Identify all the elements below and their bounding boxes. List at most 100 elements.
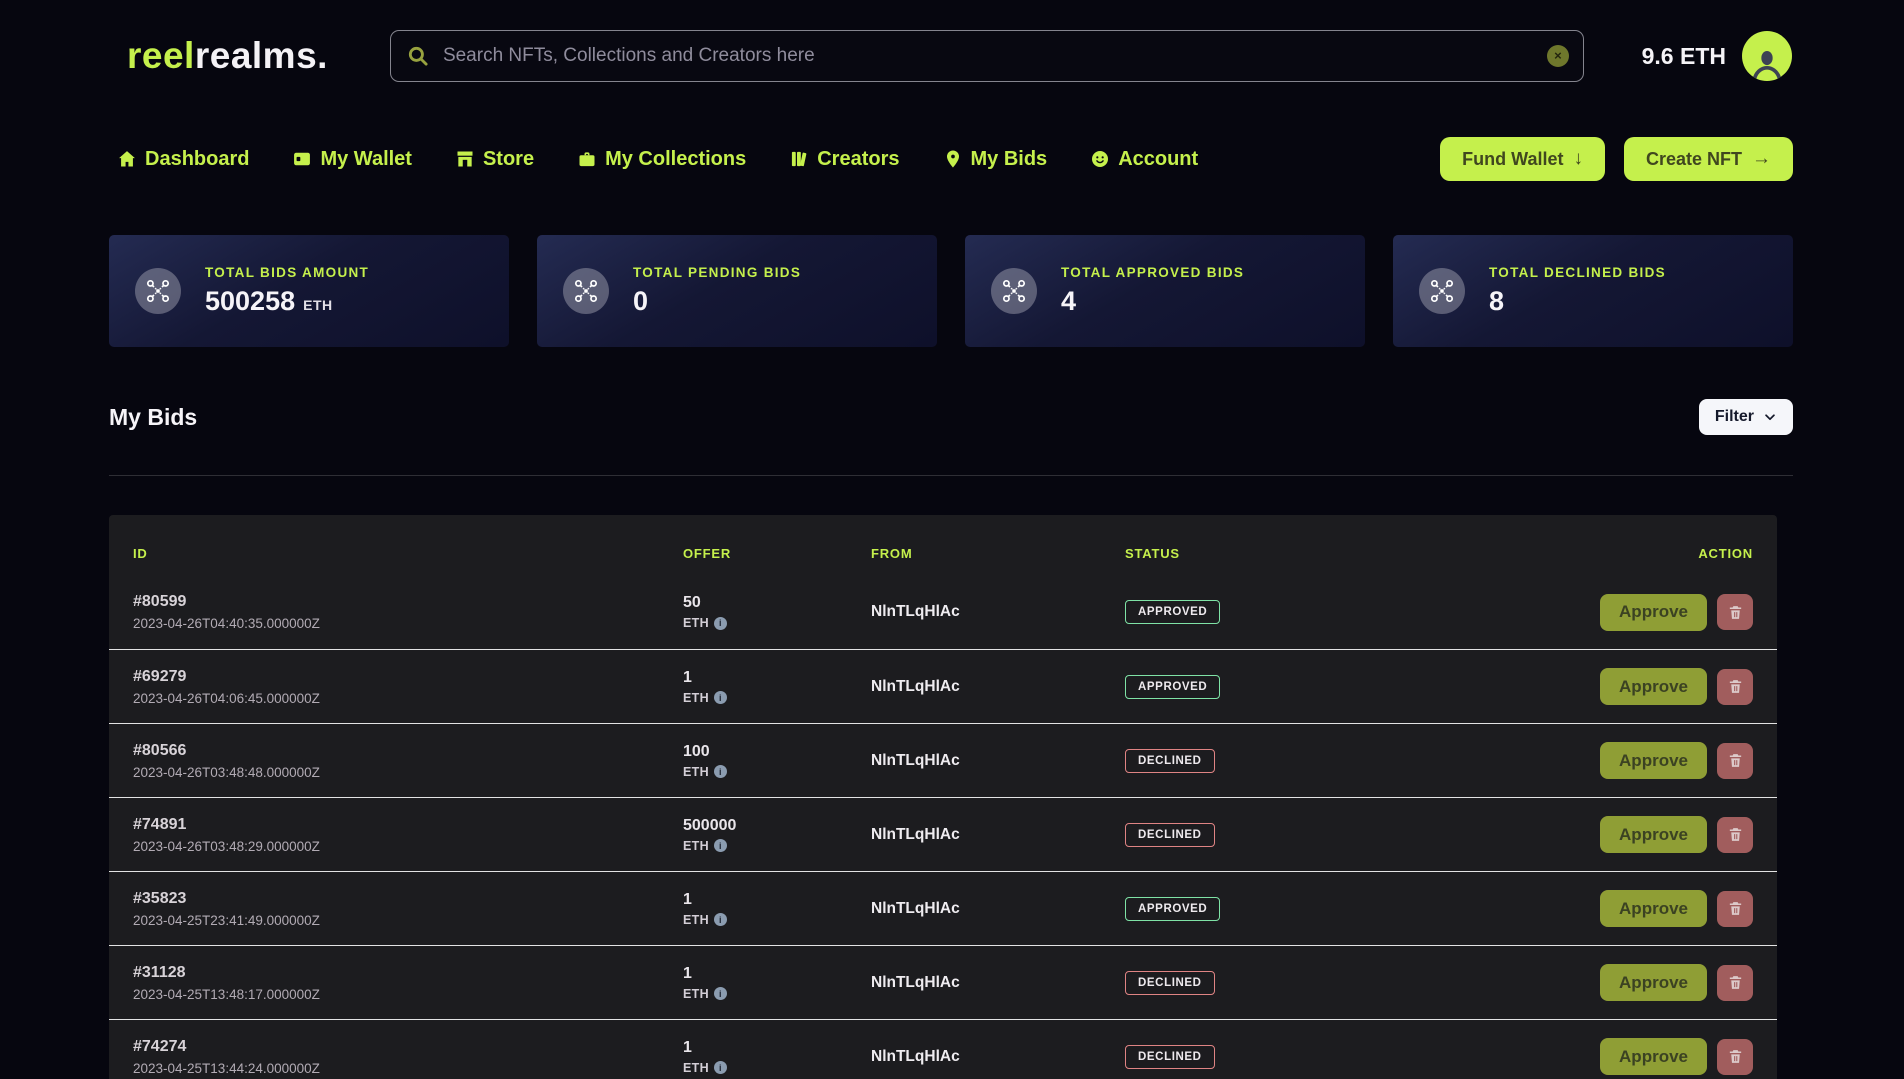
bid-id: #31128 [133,964,683,982]
stat-card-total-bids-amount: TOTAL BIDS AMOUNT 500258 ETH [109,235,509,347]
search-bar[interactable] [390,30,1584,82]
bid-from: NlnTLqHlAc [871,826,1125,844]
create-nft-button[interactable]: Create NFT → [1624,137,1793,181]
nav-label: Account [1118,148,1198,171]
info-icon[interactable] [714,1061,727,1074]
bid-id: #74891 [133,816,683,834]
wallet-icon [292,149,312,169]
delete-button[interactable] [1717,594,1753,630]
fund-wallet-button[interactable]: Fund Wallet ↓ [1440,137,1605,181]
stat-label: TOTAL PENDING BIDS [633,265,801,280]
column-action: ACTION [1698,546,1753,561]
approve-button[interactable]: Approve [1600,890,1707,927]
nav-item-my-wallet[interactable]: My Wallet [292,148,412,171]
info-icon[interactable] [714,617,727,630]
bid-timestamp: 2023-04-25T23:41:49.000000Z [133,913,683,928]
nav-label: My Collections [605,148,746,171]
delete-button[interactable] [1717,817,1753,853]
books-icon [789,149,809,169]
bid-id: #80566 [133,742,683,760]
offer-value: 1 [683,891,871,909]
stat-value: 500258 [205,286,295,317]
nav-item-store[interactable]: Store [455,148,534,171]
briefcase-icon [577,149,597,169]
trash-icon [1727,826,1744,843]
status-badge: APPROVED [1125,675,1220,699]
nav-item-creators[interactable]: Creators [789,148,899,171]
nav-item-dashboard[interactable]: Dashboard [117,148,249,171]
info-icon[interactable] [714,691,727,704]
trash-icon [1727,1048,1744,1065]
approve-button[interactable]: Approve [1600,1038,1707,1075]
stat-label: TOTAL BIDS AMOUNT [205,265,369,280]
trash-icon [1727,678,1744,695]
stat-value: 8 [1489,286,1504,317]
approve-button[interactable]: Approve [1600,594,1707,631]
table-row: #80566 2023-04-26T03:48:48.000000Z 100 ETH… [109,723,1777,797]
status-badge: DECLINED [1125,971,1215,995]
status-badge: APPROVED [1125,600,1220,624]
column-offer: OFFER [683,546,871,561]
column-from: FROM [871,546,1125,561]
trash-icon [1727,974,1744,991]
bid-from: NlnTLqHlAc [871,900,1125,918]
delete-button[interactable] [1717,743,1753,779]
info-icon[interactable] [714,765,727,778]
store-icon [455,149,475,169]
arrow-down-icon: ↓ [1573,148,1583,170]
nav-label: Creators [817,148,899,171]
nav-label: Store [483,148,534,171]
bid-id: #35823 [133,890,683,908]
bid-timestamp: 2023-04-26T03:48:48.000000Z [133,765,683,780]
delete-button[interactable] [1717,669,1753,705]
stat-label: TOTAL DECLINED BIDS [1489,265,1666,280]
info-icon[interactable] [714,913,727,926]
approve-button[interactable]: Approve [1600,742,1707,779]
bid-timestamp: 2023-04-25T13:48:17.000000Z [133,987,683,1002]
search-input[interactable] [443,45,1535,67]
stat-value: 4 [1061,286,1076,317]
nav-item-my-collections[interactable]: My Collections [577,148,746,171]
offer-unit: ETH [683,913,709,927]
offer-value: 100 [683,743,871,761]
bid-from: NlnTLqHlAc [871,603,1125,621]
approve-button[interactable]: Approve [1600,668,1707,705]
nav-item-account[interactable]: Account [1090,148,1198,171]
avatar[interactable] [1742,31,1792,81]
filter-button[interactable]: Filter [1699,399,1793,435]
delete-button[interactable] [1717,965,1753,1001]
info-icon[interactable] [714,987,727,1000]
delete-button[interactable] [1717,891,1753,927]
clear-search-icon[interactable] [1547,45,1569,67]
bid-timestamp: 2023-04-26T04:40:35.000000Z [133,616,683,631]
bid-id: #74274 [133,1038,683,1056]
info-icon[interactable] [714,839,727,852]
stat-label: TOTAL APPROVED BIDS [1061,265,1244,280]
status-badge: DECLINED [1125,1045,1215,1069]
logo[interactable]: reelrealms. [127,35,328,77]
stat-unit: ETH [303,297,333,313]
table-row: #805992023-04-26T04:40:35.000000Z 50ETH … [109,575,1777,649]
wallet-balance: 9.6 ETH [1642,43,1726,70]
approve-button[interactable]: Approve [1600,964,1707,1001]
fund-wallet-label: Fund Wallet [1462,149,1563,170]
logo-accent-text: reel [127,35,195,76]
stat-card-total-declined-bids: TOTAL DECLINED BIDS 8 [1393,235,1793,347]
nav-links: Dashboard My Wallet Store My Collections… [117,148,1198,171]
offer-value: 500000 [683,817,871,835]
status-badge: DECLINED [1125,749,1215,773]
nav-actions: Fund Wallet ↓ Create NFT → [1440,137,1793,181]
create-nft-label: Create NFT [1646,149,1742,170]
approve-button[interactable]: Approve [1600,816,1707,853]
column-status: STATUS [1125,546,1698,561]
filter-label: Filter [1715,408,1754,426]
offer-unit: ETH [683,765,709,779]
offer-unit: ETH [683,987,709,1001]
bids-table: ID OFFER FROM STATUS ACTION #805992023-0… [109,515,1777,1079]
network-icon [991,268,1037,314]
nav-label: Dashboard [145,148,249,171]
delete-button[interactable] [1717,1039,1753,1075]
bid-from: NlnTLqHlAc [871,1048,1125,1066]
network-icon [563,268,609,314]
nav-item-my-bids[interactable]: My Bids [943,148,1048,171]
